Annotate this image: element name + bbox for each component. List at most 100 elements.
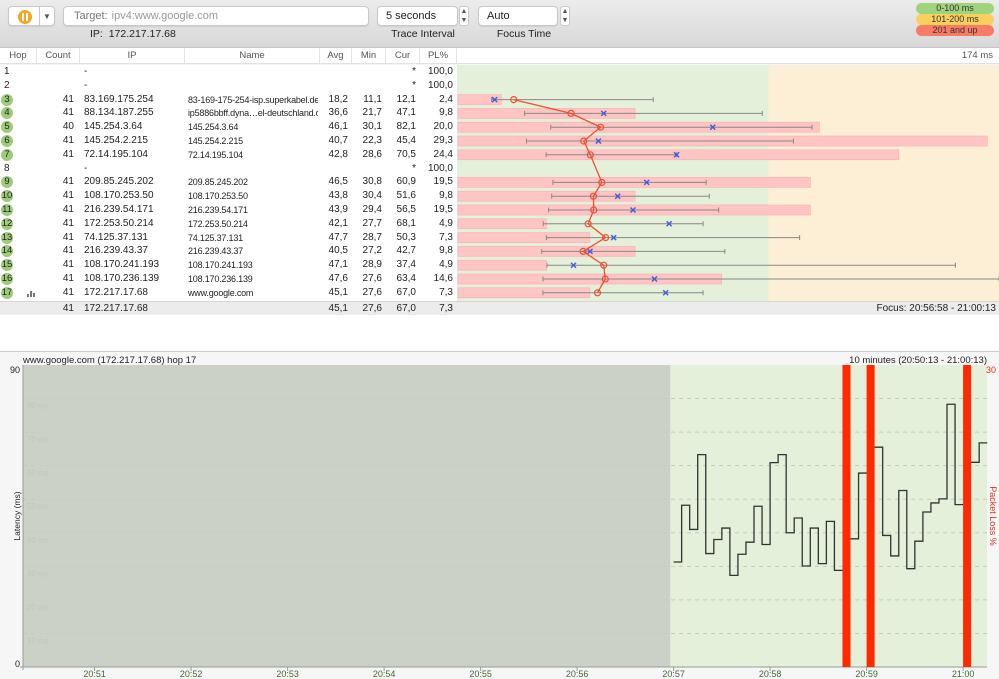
hop-min: 27,6 bbox=[362, 273, 382, 284]
hop-number: 15 bbox=[1, 259, 13, 272]
target-label: Target: bbox=[74, 10, 108, 22]
hop-pl: 100,0 bbox=[427, 79, 453, 91]
hop-avg: 42,1 bbox=[328, 217, 348, 229]
hop-row[interactable]: 2 - * 100,0 bbox=[0, 79, 457, 93]
column-hop[interactable]: Hop bbox=[0, 48, 37, 64]
hop-row[interactable]: 6 41 145.254.2.215 145.254.2.215 40,7 22,3 45,… bbox=[0, 134, 457, 148]
hop-row[interactable]: 4 41 88.134.187.255 ip5886bbff.dyna…el-deut… bbox=[0, 106, 457, 120]
y-tick-min: 0 bbox=[15, 659, 20, 669]
hop-row[interactable]: 11 41 216.239.54.171 216.239.54.171 43,9 29,4… bbox=[0, 203, 457, 217]
hop-pl: 24,4 bbox=[433, 148, 453, 160]
column-cur[interactable]: Cur bbox=[386, 48, 420, 64]
hop-ip: 216.239.43.37 bbox=[84, 245, 148, 257]
hop-pl: 19,5 bbox=[433, 204, 453, 215]
target-input[interactable]: Target: ipv4:www.google.com bbox=[63, 6, 369, 26]
hop-name: 145.254.2.215 bbox=[188, 136, 243, 146]
hop-ip: - bbox=[84, 79, 88, 91]
column-name[interactable]: Name bbox=[185, 48, 320, 64]
summary-min: 27,6 bbox=[362, 303, 382, 314]
hop-min: 30,1 bbox=[362, 121, 382, 133]
hop-cur: 37,4 bbox=[396, 259, 416, 271]
hop-row[interactable]: 7 41 72.14.195.104 72.14.195.104 42,8 28,6 70,… bbox=[0, 148, 457, 162]
hop-count: 41 bbox=[62, 245, 74, 257]
bar-chart-icon[interactable] bbox=[27, 289, 36, 297]
summary-avg: 45,1 bbox=[328, 303, 348, 314]
trace-interval-label: Trace Interval bbox=[391, 28, 455, 40]
hop-row[interactable]: 14 41 216.239.43.37 216.239.43.37 40,5 27,2 42… bbox=[0, 244, 457, 258]
hop-avg: 40,5 bbox=[328, 245, 348, 257]
focus-time-stepper[interactable]: ▲ ▼ bbox=[560, 6, 570, 26]
hop-ip: 172.253.50.214 bbox=[84, 217, 154, 229]
hop-cur: * bbox=[412, 79, 416, 91]
hop-pl: 100,0 bbox=[427, 162, 453, 174]
hop-number: 2 bbox=[4, 79, 10, 91]
pause-menu-button[interactable]: ▼ bbox=[39, 6, 55, 26]
hop-pl: 100,0 bbox=[427, 66, 453, 77]
hop-pl: 20,0 bbox=[433, 121, 453, 133]
hop-count: 41 bbox=[62, 273, 74, 284]
hop-name: 216.239.43.37 bbox=[188, 246, 243, 257]
y-tick-max: 90 bbox=[10, 365, 20, 375]
hop-pl: 29,3 bbox=[433, 135, 453, 146]
hop-cur: 45,4 bbox=[396, 135, 416, 146]
hop-row[interactable]: 10 41 108.170.253.50 108.170.253.50 43,8 30,4… bbox=[0, 189, 457, 203]
hop-avg: 18,2 bbox=[328, 93, 348, 105]
ip-value: 172.217.17.68 bbox=[108, 28, 176, 40]
trace-interval-stepper[interactable]: ▲ ▼ bbox=[459, 6, 469, 26]
pause-button[interactable] bbox=[8, 6, 40, 26]
toolbar: ▼ Target: ipv4:www.google.com 5 seconds ▲… bbox=[0, 0, 999, 48]
legend-201-up: 201 and up bbox=[916, 25, 994, 36]
x-tick-label: 20:57 bbox=[662, 669, 685, 679]
hop-row[interactable]: 13 41 74.125.37.131 74.125.37.131 47,7 28,7 50… bbox=[0, 231, 457, 245]
hop-name: www.google.com bbox=[188, 287, 254, 298]
hop-pl: 2,4 bbox=[439, 93, 453, 105]
grid-label: 50 ms bbox=[27, 502, 49, 511]
focus-time-select[interactable]: Auto bbox=[478, 6, 558, 26]
column-count[interactable]: Count bbox=[37, 48, 80, 64]
grid-label: 20 ms bbox=[27, 603, 49, 612]
hop-cur: * bbox=[412, 162, 416, 174]
hop-number: 9 bbox=[1, 176, 13, 189]
hop-row[interactable]: 12 41 172.253.50.214 172.253.50.214 42,1 27,7… bbox=[0, 217, 457, 231]
hop-count: 41 bbox=[62, 93, 74, 105]
hop-number: 10 bbox=[1, 190, 13, 203]
latency-chart[interactable]: 80 ms 70 ms 60 ms 50 ms 40 ms 30 ms 20 ms 10 ms… bbox=[0, 353, 999, 679]
hop-row[interactable]: 16 41 108.170.236.139 108.170.236.139 47,6 27… bbox=[0, 272, 457, 286]
hop-row[interactable]: 1 - * 100,0 bbox=[0, 65, 457, 79]
column-ip[interactable]: IP bbox=[80, 48, 185, 64]
hop-min: 30,8 bbox=[362, 176, 382, 188]
hop-number: 14 bbox=[1, 245, 13, 258]
summary-pl: 7,3 bbox=[439, 303, 453, 314]
hop-row[interactable]: 8 - * 100,0 bbox=[0, 162, 457, 176]
chevron-down-icon: ▼ bbox=[43, 12, 51, 21]
trace-interval-select[interactable]: 5 seconds bbox=[377, 6, 458, 26]
x-tick-label: 20:52 bbox=[180, 669, 203, 679]
hop-row[interactable]: 15 41 108.170.241.193 108.170.241.193 47,1 28… bbox=[0, 258, 457, 272]
hop-pl: 7,3 bbox=[439, 286, 453, 298]
hop-avg: 42,8 bbox=[328, 148, 348, 160]
column-pl[interactable]: PL% bbox=[420, 48, 457, 64]
hop-row[interactable]: 9 41 209.85.245.202 209.85.245.202 46,5 30,8 6… bbox=[0, 175, 457, 189]
column-avg[interactable]: Avg bbox=[320, 48, 352, 64]
hop-cur: 42,7 bbox=[396, 245, 416, 257]
hop-number: 13 bbox=[1, 231, 13, 244]
hop-cur: 56,5 bbox=[396, 204, 416, 215]
hop-min: 22,3 bbox=[362, 135, 382, 146]
graph-scale-label: 174 ms bbox=[961, 50, 993, 61]
hop-avg: 36,6 bbox=[328, 107, 348, 119]
hop-count: 41 bbox=[62, 190, 74, 202]
packet-loss-bar bbox=[866, 365, 875, 667]
hop-row[interactable]: 5 40 145.254.3.64 145.254.3.64 46,1 30,1 82,1 2… bbox=[0, 120, 457, 134]
hop-ip: 108.170.253.50 bbox=[84, 190, 154, 202]
hop-min: 30,4 bbox=[362, 190, 382, 202]
hop-ip: 145.254.2.215 bbox=[84, 135, 148, 146]
hop-name: ip5886bbff.dyna…el-deutschland.de bbox=[188, 108, 318, 119]
packet-loss-bar bbox=[963, 365, 972, 667]
hop-row[interactable]: 3 41 83.169.175.254 83-169-175-254-isp.supe… bbox=[0, 93, 457, 107]
hop-row[interactable]: 17 41 172.217.17.68 www.google.com 45,1 27,6 6… bbox=[0, 286, 457, 300]
hop-cur: 67,0 bbox=[396, 286, 416, 298]
column-min[interactable]: Min bbox=[352, 48, 386, 64]
hop-pl: 9,8 bbox=[439, 190, 453, 202]
hop-ip: 108.170.241.193 bbox=[84, 259, 160, 271]
hop-number: 11 bbox=[1, 204, 13, 216]
